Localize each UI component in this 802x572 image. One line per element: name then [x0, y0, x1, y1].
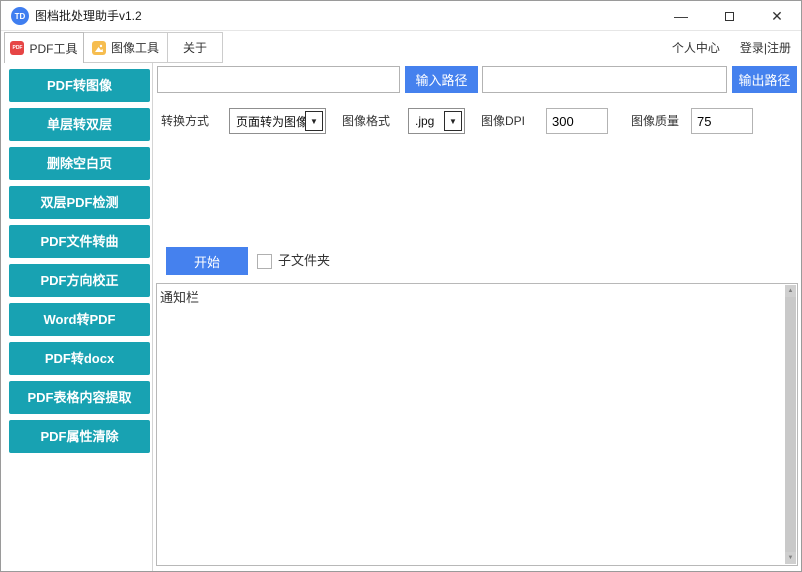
image-format-label: 图像格式 [342, 108, 390, 134]
tab-about[interactable]: 关于 [167, 32, 223, 63]
sidebar-item-pdf-orientation-fix[interactable]: PDF方向校正 [9, 264, 150, 297]
output-path-field[interactable] [482, 66, 727, 93]
scroll-down-icon[interactable]: ▼ [785, 552, 796, 564]
account-links: 个人中心 登录|注册 [672, 32, 791, 63]
tab-label: PDF工具 [29, 40, 77, 57]
output-path-button[interactable]: 输出路径 [732, 66, 797, 93]
app-logo-icon: TD [11, 7, 29, 25]
convert-mode-label: 转换方式 [161, 108, 209, 134]
window-controls: — ✕ [657, 1, 801, 31]
login-register-link[interactable]: 登录|注册 [740, 39, 791, 56]
close-button[interactable]: ✕ [753, 1, 801, 31]
notification-panel: 通知栏 ▲ ▼ [156, 283, 798, 566]
sidebar-item-pdf-to-docx[interactable]: PDF转docx [9, 342, 150, 375]
tab-label: 关于 [183, 39, 207, 56]
subfolder-checkbox[interactable] [257, 254, 272, 269]
profile-link[interactable]: 个人中心 [672, 39, 720, 56]
sidebar-item-pdf-to-curves[interactable]: PDF文件转曲 [9, 225, 150, 258]
sidebar-item-delete-blank-pages[interactable]: 删除空白页 [9, 147, 150, 180]
sidebar-item-double-layer-pdf-detect[interactable]: 双层PDF检测 [9, 186, 150, 219]
chevron-down-icon[interactable]: ▼ [305, 111, 323, 131]
convert-mode-value: 页面转为图像 [236, 113, 308, 130]
chevron-down-icon[interactable]: ▼ [444, 111, 462, 131]
tab-pdf-tools[interactable]: PDF PDF工具 [4, 32, 84, 63]
sidebar: PDF转图像 单层转双层 删除空白页 双层PDF检测 PDF文件转曲 PDF方向… [1, 63, 153, 571]
tab-label: 图像工具 [111, 39, 159, 56]
start-button[interactable]: 开始 [166, 247, 248, 275]
scroll-up-icon[interactable]: ▲ [785, 285, 796, 297]
image-quality-label: 图像质量 [631, 108, 679, 134]
sidebar-item-single-to-double-layer[interactable]: 单层转双层 [9, 108, 150, 141]
image-format-select[interactable]: .jpg ▼ [408, 108, 465, 134]
tab-image-tools[interactable]: 图像工具 [83, 32, 168, 63]
pdf-file-icon: PDF [10, 41, 24, 55]
sidebar-item-pdf-properties-clear[interactable]: PDF属性清除 [9, 420, 150, 453]
title-bar: TD 图档批处理助手v1.2 — ✕ [1, 1, 801, 31]
sidebar-item-word-to-pdf[interactable]: Word转PDF [9, 303, 150, 336]
image-format-value: .jpg [415, 114, 434, 128]
convert-mode-select[interactable]: 页面转为图像 ▼ [229, 108, 326, 134]
window-title: 图档批处理助手v1.2 [35, 1, 142, 31]
maximize-icon [725, 12, 734, 21]
input-path-button[interactable]: 输入路径 [405, 66, 478, 93]
sidebar-item-pdf-table-extract[interactable]: PDF表格内容提取 [9, 381, 150, 414]
minimize-button[interactable]: — [657, 1, 705, 31]
subfolder-label: 子文件夹 [278, 247, 330, 275]
vertical-scrollbar[interactable]: ▲ ▼ [785, 285, 796, 564]
image-quality-field[interactable] [691, 108, 753, 134]
sidebar-item-pdf-to-image[interactable]: PDF转图像 [9, 69, 150, 102]
notification-title: 通知栏 [160, 287, 199, 306]
app-window: TD 图档批处理助手v1.2 — ✕ PDF PDF工具 图像工具 关于 个人中… [0, 0, 802, 572]
image-dpi-label: 图像DPI [481, 108, 525, 134]
image-dpi-field[interactable] [546, 108, 608, 134]
maximize-button[interactable] [705, 1, 753, 31]
input-path-field[interactable] [157, 66, 400, 93]
tab-bar: PDF PDF工具 图像工具 关于 个人中心 登录|注册 [1, 32, 801, 63]
image-file-icon [92, 41, 106, 55]
